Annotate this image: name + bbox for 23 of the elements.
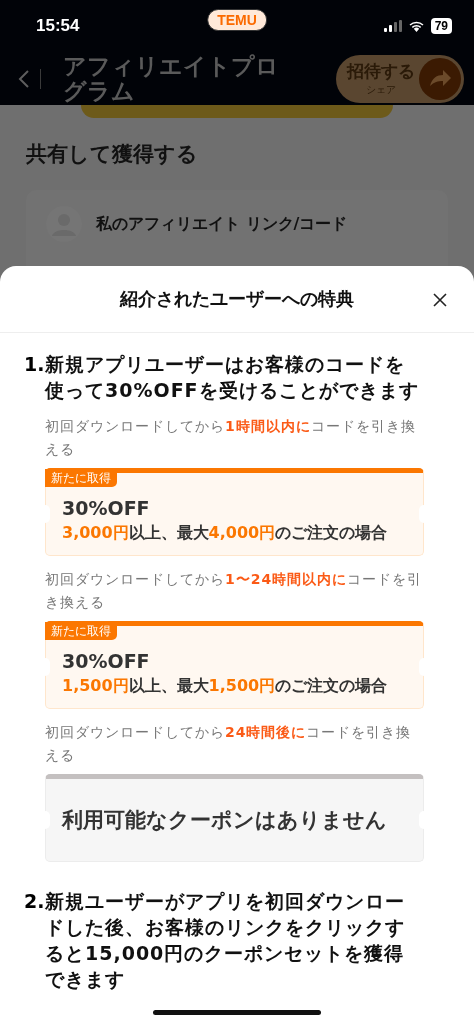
battery-icon: 79	[430, 18, 452, 34]
card-title: 私のアフィリエイト リンク/コード	[96, 213, 348, 235]
coupon-condition: 3,000円以上、最大4,000円のご注文の場合	[62, 522, 389, 544]
coupon-title: 30%OFF	[62, 649, 151, 672]
item-number: 1.	[24, 352, 45, 377]
app-badge: TEMU	[207, 9, 267, 31]
coupon-condition: 1,500円以上、最大1,500円のご注文の場合	[62, 675, 389, 697]
share-icon	[419, 57, 461, 100]
status-time: 15:54	[36, 16, 80, 36]
close-icon[interactable]	[433, 293, 447, 307]
benefit-heading: 新規アプリユーザーはお客様のコードを使って30%OFFを受けることができます	[45, 352, 420, 403]
page-title: アフィリエイトプログラム	[62, 53, 280, 104]
coupon-tag: 新たに取得	[45, 469, 117, 487]
signal-icon	[383, 20, 402, 32]
back-icon[interactable]	[18, 68, 41, 89]
wifi-icon	[407, 20, 425, 32]
empty-coupon-message: 利用可能なクーポンはありません	[62, 807, 387, 834]
benefit-heading: 新規ユーザーがアプリを初回ダウンロードした後、お客様のリンクをクリックすると15,000円のクーポンセットを獲得できます	[45, 889, 406, 992]
coupon-tag: 新たに取得	[45, 622, 117, 640]
item-number: 2.	[24, 889, 45, 914]
section-title: 共有して獲得する	[26, 141, 199, 168]
sheet-title: 紹介されたユーザーへの特典	[120, 287, 354, 311]
coupon-title: 30%OFF	[62, 496, 151, 519]
